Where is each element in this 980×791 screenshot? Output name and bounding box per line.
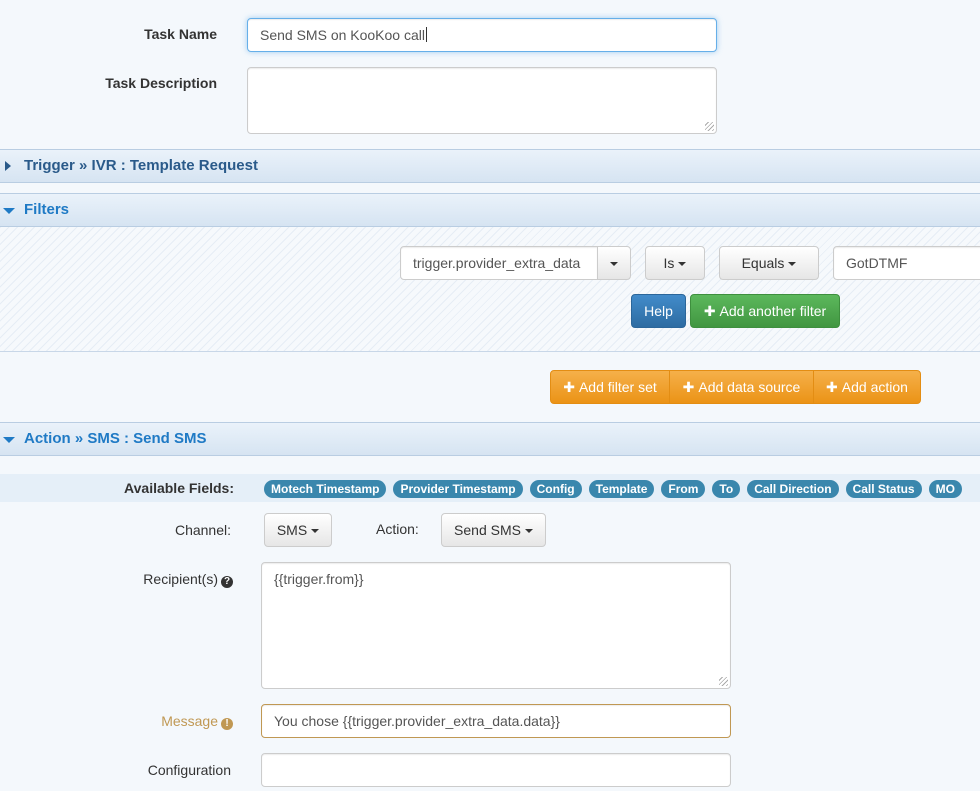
trigger-section-header[interactable]: Trigger » IVR : Template Request bbox=[0, 149, 980, 183]
trigger-section-title: Trigger » IVR : Template Request bbox=[24, 157, 258, 174]
question-circle-icon[interactable]: ? bbox=[221, 576, 233, 588]
channel-dropdown[interactable]: SMS bbox=[264, 513, 332, 547]
caret-down-icon bbox=[678, 262, 687, 267]
filter-value-input[interactable]: GotDTMF bbox=[833, 246, 980, 280]
resize-grip-icon[interactable] bbox=[705, 122, 714, 131]
plus-icon: ✚ bbox=[703, 303, 716, 319]
text-cursor bbox=[426, 27, 427, 42]
available-field-pill[interactable]: Call Status bbox=[845, 480, 922, 498]
recipients-label-group: Recipient(s)? bbox=[100, 571, 233, 588]
filter-field-dropdown-button[interactable] bbox=[597, 246, 631, 280]
add-action-label: Add action bbox=[841, 379, 908, 395]
comparison-dropdown[interactable]: Equals bbox=[719, 246, 819, 280]
recipients-textarea[interactable]: {{trigger.from}} bbox=[261, 562, 731, 689]
available-fields-bar: Available Fields: Motech Timestamp Provid… bbox=[0, 474, 980, 502]
task-description-input[interactable] bbox=[247, 67, 717, 134]
add-another-filter-button[interactable]: ✚ Add another filter bbox=[690, 294, 840, 328]
caret-down-icon bbox=[3, 437, 15, 443]
available-field-pill[interactable]: MO bbox=[928, 480, 962, 498]
filter-field-value: trigger.provider_extra_data bbox=[413, 255, 581, 271]
channel-label: Channel: bbox=[174, 522, 231, 538]
resize-grip-icon[interactable] bbox=[719, 677, 728, 686]
available-field-pill[interactable]: Config bbox=[529, 480, 582, 498]
available-field-pill[interactable]: Provider Timestamp bbox=[393, 480, 523, 498]
caret-down-icon bbox=[524, 529, 533, 534]
message-label: Message bbox=[161, 713, 218, 729]
caret-down-icon bbox=[610, 262, 618, 267]
caret-down-icon bbox=[3, 208, 15, 214]
recipients-label: Recipient(s) bbox=[143, 571, 218, 587]
action-dropdown[interactable]: Send SMS bbox=[441, 513, 546, 547]
filters-section-title: Filters bbox=[24, 201, 70, 218]
message-label-group: Message! bbox=[100, 713, 233, 730]
add-filter-set-button[interactable]: ✚ Add filter set bbox=[550, 370, 670, 404]
caret-right-icon bbox=[5, 161, 11, 171]
set-actions-row: ✚ Add filter set ✚ Add data source ✚ Add ac… bbox=[0, 353, 980, 423]
available-fields-label: Available Fields: bbox=[124, 480, 234, 496]
action-label: Action: bbox=[376, 521, 419, 537]
available-field-pill[interactable]: From bbox=[661, 480, 706, 498]
message-value: You chose {{trigger.provider_extra_data.… bbox=[274, 713, 560, 729]
help-button[interactable]: Help bbox=[631, 294, 686, 328]
comparison-label: Equals bbox=[741, 255, 785, 271]
caret-down-icon bbox=[311, 529, 320, 534]
channel-value: SMS bbox=[276, 522, 308, 538]
filter-value: GotDTMF bbox=[846, 255, 908, 271]
action-value: Send SMS bbox=[454, 522, 521, 538]
available-field-pill[interactable]: Motech Timestamp bbox=[264, 480, 387, 498]
operator-label: Is bbox=[663, 255, 675, 271]
task-name-input[interactable]: Send SMS on KooKoo call bbox=[247, 18, 717, 52]
plus-icon: ✚ bbox=[826, 379, 838, 395]
caret-down-icon bbox=[788, 262, 797, 267]
task-name-value: Send SMS on KooKoo call bbox=[260, 27, 425, 43]
available-field-pill[interactable]: Template bbox=[588, 480, 655, 498]
add-filter-set-label: Add filter set bbox=[578, 379, 657, 395]
recipients-value: {{trigger.from}} bbox=[274, 571, 364, 587]
configuration-label: Configuration bbox=[147, 762, 231, 778]
add-data-source-button[interactable]: ✚ Add data source bbox=[669, 370, 814, 404]
available-field-pill[interactable]: To bbox=[712, 480, 741, 498]
filters-section-header[interactable]: Filters bbox=[0, 193, 980, 227]
action-section-header[interactable]: Action » SMS : Send SMS bbox=[0, 422, 980, 456]
action-section-title: Action » SMS : Send SMS bbox=[24, 430, 207, 447]
add-data-source-label: Add data source bbox=[698, 379, 801, 395]
filters-panel: trigger.provider_extra_data Is Equals Go… bbox=[0, 227, 980, 352]
task-description-label: Task Description bbox=[105, 75, 217, 91]
plus-icon: ✚ bbox=[682, 379, 695, 395]
help-button-label: Help bbox=[644, 303, 673, 319]
plus-icon: ✚ bbox=[563, 379, 575, 395]
task-form: Task Name Send SMS on KooKoo call Task D… bbox=[0, 0, 980, 150]
available-field-pill[interactable]: Call Direction bbox=[747, 480, 839, 498]
add-filter-label: Add another filter bbox=[719, 303, 827, 319]
filter-field-input[interactable]: trigger.provider_extra_data bbox=[400, 246, 598, 280]
task-name-label: Task Name bbox=[144, 26, 217, 42]
configuration-input[interactable] bbox=[261, 753, 731, 787]
exclamation-circle-icon: ! bbox=[221, 718, 233, 730]
add-action-button[interactable]: ✚ Add action bbox=[813, 370, 921, 404]
operator-dropdown[interactable]: Is bbox=[645, 246, 705, 280]
message-input[interactable]: You chose {{trigger.provider_extra_data.… bbox=[261, 704, 731, 738]
available-fields-list: Motech Timestamp Provider Timestamp Config… bbox=[264, 480, 969, 498]
